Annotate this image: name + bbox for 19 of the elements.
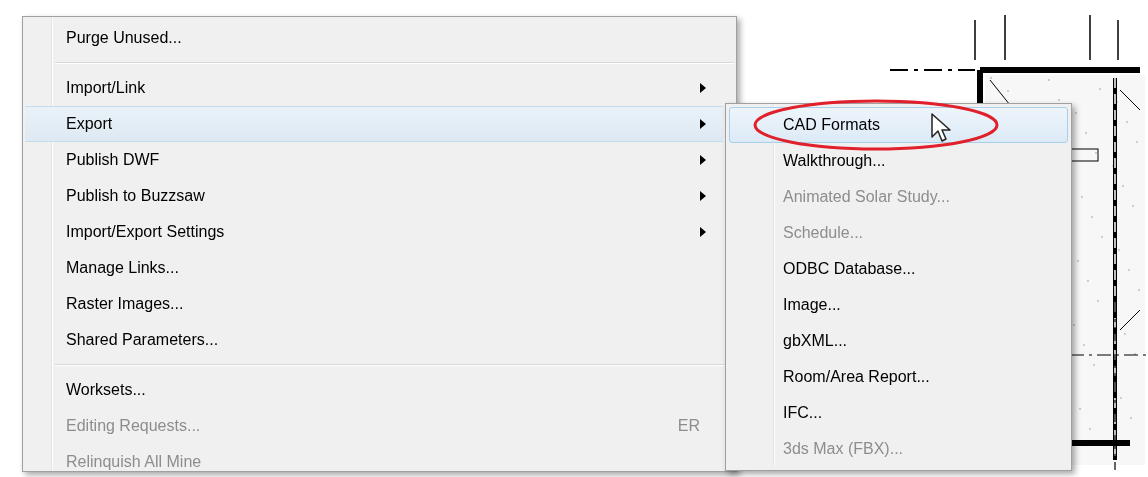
menu-item[interactable]: Import/Link (25, 70, 723, 106)
menu-item[interactable]: gbXML... (729, 323, 1068, 359)
menu-item[interactable]: Worksets... (25, 372, 723, 408)
menu-item[interactable]: Export (25, 106, 723, 142)
menu-item[interactable]: CAD Formats (729, 107, 1068, 143)
menu-item[interactable]: Publish to Buzzsaw (25, 178, 723, 214)
menu-item[interactable]: Import/Export Settings (25, 214, 723, 250)
menu-item[interactable]: Shared Parameters... (25, 322, 723, 358)
menu-item[interactable]: Publish DWF (25, 142, 723, 178)
shortcut-text: ER (677, 417, 700, 435)
menu-item[interactable]: Purge Unused... (25, 20, 723, 56)
menu-item[interactable]: Image... (729, 287, 1068, 323)
menu-item[interactable]: IFC... (729, 395, 1068, 431)
menu-item[interactable]: ODBC Database... (729, 251, 1068, 287)
cursor-icon (931, 113, 953, 143)
menu-item[interactable]: Room/Area Report... (729, 359, 1068, 395)
menu-item[interactable]: Raster Images... (25, 286, 723, 322)
menu-item[interactable]: Manage Links... (25, 250, 723, 286)
menu-item[interactable]: Walkthrough... (729, 143, 1068, 179)
